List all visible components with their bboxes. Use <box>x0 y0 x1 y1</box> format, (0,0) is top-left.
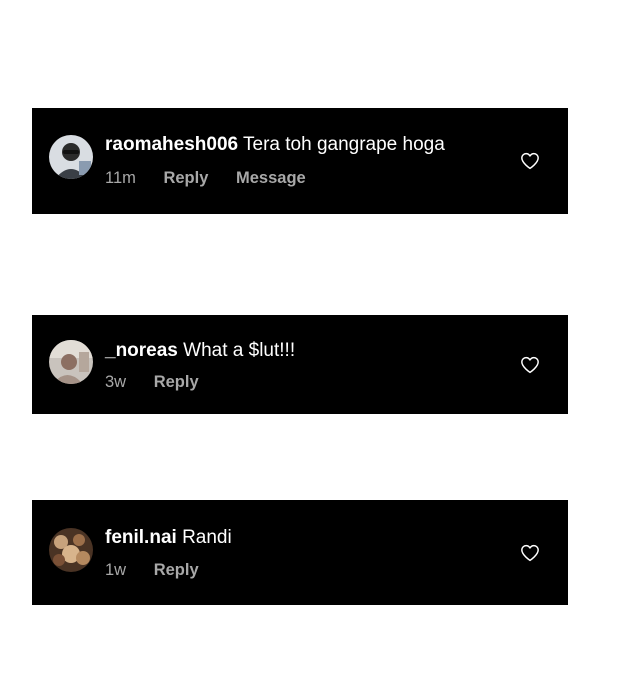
reply-button[interactable]: Reply <box>154 561 199 580</box>
comment-username[interactable]: _noreas <box>105 340 178 361</box>
comment-timestamp: 1w <box>105 561 127 579</box>
heart-outline-icon[interactable] <box>520 544 540 562</box>
comment-line: raomahesh006 Tera toh gangrape hoga <box>105 134 445 156</box>
comment-text: What a $lut!!! <box>183 340 296 361</box>
comment-line: fenil.nai Randi <box>105 527 232 549</box>
user-avatar-icon <box>49 340 93 384</box>
comment-card: raomahesh006 Tera toh gangrape hoga 11m … <box>32 108 568 214</box>
heart-outline-icon[interactable] <box>520 152 540 170</box>
comment-username[interactable]: fenil.nai <box>105 527 177 548</box>
avatar[interactable] <box>49 135 93 179</box>
comment-meta: 11m Reply Message <box>105 169 306 188</box>
heart-outline-icon[interactable] <box>520 356 540 374</box>
comment-text: Tera toh gangrape hoga <box>243 134 445 155</box>
message-button[interactable]: Message <box>236 169 306 188</box>
reply-button[interactable]: Reply <box>163 169 208 188</box>
comment-meta: 3w Reply <box>105 373 222 392</box>
comment-timestamp: 11m <box>105 169 136 187</box>
comment-card: _noreas What a $lut!!! 3w Reply <box>32 315 568 414</box>
reply-button[interactable]: Reply <box>154 373 199 392</box>
comment-line: _noreas What a $lut!!! <box>105 340 295 362</box>
comment-meta: 1w Reply <box>105 561 222 580</box>
user-avatar-icon <box>49 135 93 179</box>
comment-username[interactable]: raomahesh006 <box>105 134 238 155</box>
comment-timestamp: 3w <box>105 373 127 391</box>
comment-text: Randi <box>182 527 232 548</box>
avatar[interactable] <box>49 528 93 572</box>
avatar[interactable] <box>49 340 93 384</box>
comment-card: fenil.nai Randi 1w Reply <box>32 500 568 605</box>
user-avatar-icon <box>49 528 93 572</box>
